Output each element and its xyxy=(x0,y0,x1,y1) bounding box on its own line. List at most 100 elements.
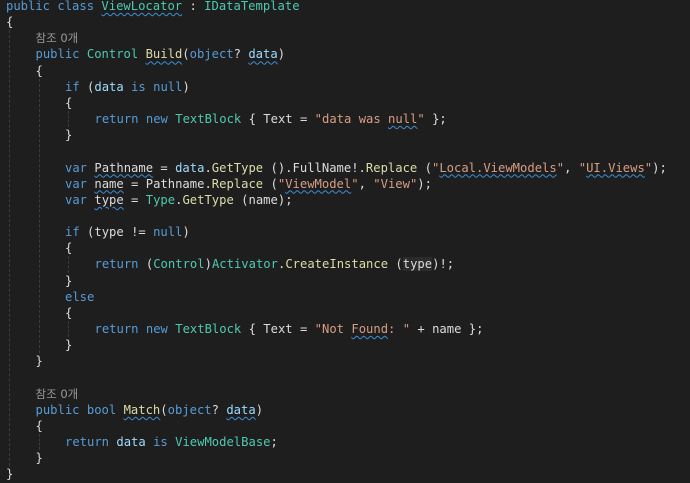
code-line: return new TextBlock { Text = "Not Found… xyxy=(95,321,484,337)
code-token: type xyxy=(94,192,124,207)
code-token: : xyxy=(182,0,205,13)
code-token: public xyxy=(35,47,80,62)
code-line: } xyxy=(36,353,43,369)
code-token: ( xyxy=(160,402,168,417)
code-token: + xyxy=(410,322,433,336)
code-token: { xyxy=(65,305,73,320)
code-token: )!; xyxy=(432,257,455,272)
code-line: var name = Pathname.Replace ("ViewModel "… xyxy=(65,176,432,192)
code-token: ? xyxy=(211,402,227,417)
code-token: ViewModel xyxy=(285,176,352,191)
code-token: name xyxy=(94,176,124,191)
code-token: = xyxy=(292,322,315,336)
code-line: return new TextBlock { Text = "data was … xyxy=(95,111,447,127)
code-line: return data is ViewModelBase; xyxy=(65,434,278,450)
code-token: UI.Views xyxy=(586,160,645,175)
code-token: { xyxy=(35,63,43,78)
code-token: GetType xyxy=(182,192,234,207)
indent-guide xyxy=(68,111,69,128)
code-token: Local.ViewModels xyxy=(439,160,557,175)
code-line: } xyxy=(36,450,43,466)
code-token: Type xyxy=(145,192,176,207)
code-line: public bool Match(object? data) xyxy=(36,402,264,418)
code-token: ( xyxy=(138,257,154,272)
code-token: (). xyxy=(263,160,293,175)
code-token: ViewModelBase xyxy=(175,435,271,450)
code-token: ) xyxy=(277,47,286,62)
code-token: data xyxy=(248,47,278,62)
code-line: { xyxy=(6,14,13,30)
code-token: " xyxy=(351,176,359,191)
code-token: Found xyxy=(351,322,389,336)
code-token: { xyxy=(241,112,264,127)
code-token: ( xyxy=(263,176,278,191)
code-token: Build xyxy=(145,47,183,62)
code-token: }; xyxy=(424,112,447,127)
code-token: , xyxy=(564,160,579,175)
reference-count-label: 참조 0개 xyxy=(35,31,79,46)
codelens-references[interactable]: 참조 0개 xyxy=(36,30,79,46)
code-line: public Control Build(object? data) xyxy=(36,46,286,62)
code-line: } xyxy=(65,337,72,353)
code-token: ); xyxy=(277,192,293,207)
code-token: ? xyxy=(233,47,249,62)
code-token: null xyxy=(153,225,183,240)
code-line: return (Control)Activator.CreateInstance… xyxy=(94,256,455,272)
code-token: data xyxy=(226,402,256,417)
code-token: data xyxy=(175,160,205,175)
code-token: bool xyxy=(86,402,117,417)
code-token: TextBlock xyxy=(175,322,242,336)
code-token: : " xyxy=(388,322,411,336)
code-token: TextBlock xyxy=(175,112,242,127)
indent-guide xyxy=(38,434,40,451)
reference-count-label: 참조 0개 xyxy=(35,386,79,401)
code-line: var Pathname = data.GetType ().FullName!… xyxy=(65,160,667,176)
code-token: = xyxy=(123,176,146,191)
code-token: var xyxy=(65,160,88,175)
code-editor[interactable]: public class ViewLocator : IDataTemplate… xyxy=(0,0,690,483)
code-token: IDataTemplate xyxy=(204,0,300,13)
indent-guide xyxy=(38,78,40,354)
code-token: != xyxy=(123,225,154,240)
code-token: return xyxy=(94,257,139,272)
code-token: "Not xyxy=(314,322,352,336)
code-token: ( xyxy=(79,225,95,240)
code-token: { xyxy=(65,241,73,256)
code-line: if (data is null) xyxy=(65,79,190,95)
code-token: Text xyxy=(263,112,293,127)
code-token: return xyxy=(65,435,110,450)
code-token: ); xyxy=(417,176,432,191)
code-token: data xyxy=(94,79,124,94)
indent-guide xyxy=(68,321,69,338)
code-token: Pathname xyxy=(94,160,154,175)
code-token: public xyxy=(35,402,80,417)
code-token: ; xyxy=(270,435,278,450)
code-token: ); xyxy=(652,160,667,175)
code-line: { xyxy=(65,240,72,256)
code-token: Replace xyxy=(211,176,264,191)
code-token: type xyxy=(94,225,124,240)
code-token: Match xyxy=(123,402,161,417)
code-token: ) xyxy=(255,402,264,417)
code-token: ( xyxy=(233,192,249,207)
code-token: " xyxy=(417,112,425,127)
code-token: !. xyxy=(351,160,366,175)
code-token: Control xyxy=(153,257,205,272)
code-token: var xyxy=(65,176,88,191)
code-token: new xyxy=(145,112,168,127)
code-token: is xyxy=(153,435,168,450)
code-token: } xyxy=(35,354,43,369)
code-token: return xyxy=(94,112,139,127)
code-token: ViewLocator xyxy=(101,0,183,13)
code-token: ( xyxy=(182,47,190,62)
code-token: ) xyxy=(182,79,190,94)
code-token: name xyxy=(432,322,462,336)
code-token: { xyxy=(35,418,43,433)
code-token: GetType xyxy=(211,160,264,175)
code-token: data xyxy=(116,435,146,450)
codelens-references[interactable]: 참조 0개 xyxy=(36,386,79,402)
code-token: ( xyxy=(388,257,403,272)
